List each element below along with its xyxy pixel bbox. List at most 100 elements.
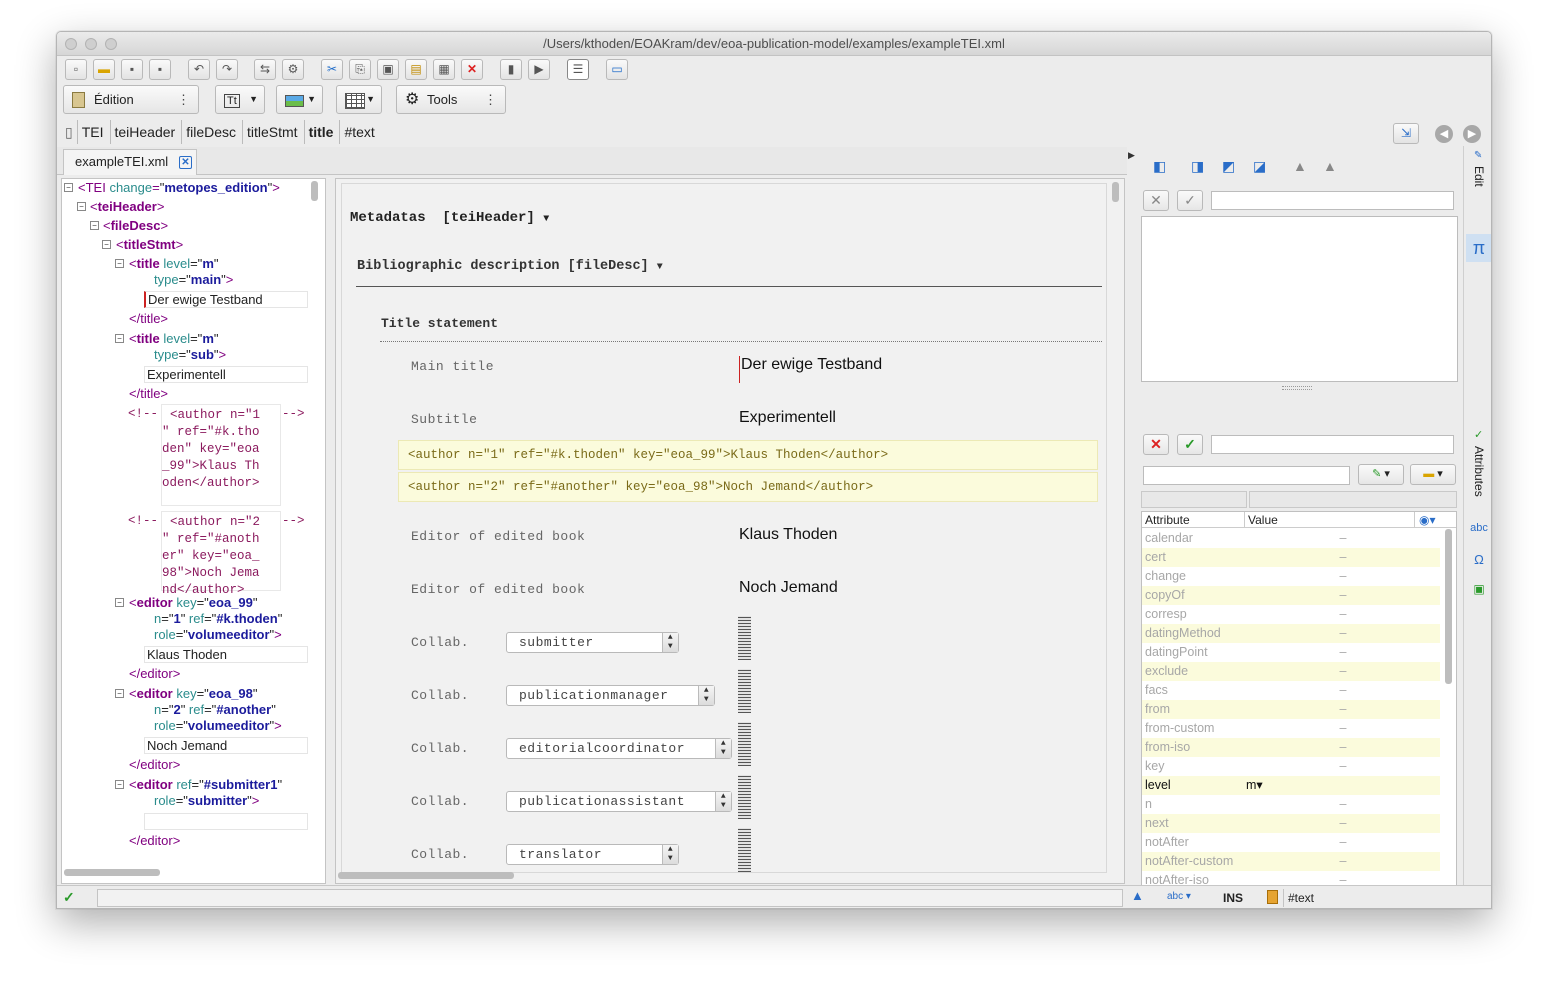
attribute-value[interactable]: m▾ xyxy=(1246,776,1440,795)
filter-icon[interactable]: ▲ xyxy=(1323,158,1337,174)
minimize-window-button[interactable] xyxy=(85,38,97,50)
spellcheck-icon[interactable]: abc ▾ xyxy=(1167,891,1191,902)
breadcrumb-titlestmt[interactable]: titleStmt xyxy=(243,120,305,144)
list-view-icon[interactable]: ☰ xyxy=(567,59,589,80)
eye-icon[interactable]: ◉▾ xyxy=(1414,512,1436,528)
zoom-window-button[interactable] xyxy=(105,38,117,50)
attribute-row-notAfter-custom[interactable]: notAfter-custom – xyxy=(1142,852,1440,871)
collapse-icon[interactable]: − xyxy=(77,202,86,211)
outline-filedesc[interactable]: <fileDesc> xyxy=(103,218,168,234)
main-hscrollbar[interactable] xyxy=(338,872,514,879)
attribute-row-level[interactable]: level m▾ xyxy=(1142,776,1440,795)
main-vscrollbar[interactable] xyxy=(1112,182,1119,202)
editor-2-field[interactable]: Noch Jemand xyxy=(739,579,838,597)
split-icon[interactable]: ▮ xyxy=(500,59,522,80)
cancel-icon[interactable]: ✕ xyxy=(1143,434,1169,455)
metadatas-heading[interactable]: Metadatas [teiHeader] ▼ xyxy=(350,210,549,226)
folder-dropdown[interactable]: ▬ ▾ xyxy=(1410,464,1456,485)
outline-comment-1[interactable]: <author n="1 " ref="#k.tho den" key="eoa… xyxy=(161,404,281,506)
attribute-value-input[interactable] xyxy=(1211,435,1454,454)
attribute-value[interactable]: – xyxy=(1246,681,1440,700)
cancel-icon[interactable]: ✕ xyxy=(1143,190,1169,211)
attribute-value[interactable]: – xyxy=(1246,757,1440,776)
attribute-value[interactable]: – xyxy=(1246,852,1440,871)
drag-handle[interactable] xyxy=(738,775,751,819)
forward-icon[interactable]: ▶ xyxy=(1463,125,1481,143)
replace-icon[interactable]: ◪ xyxy=(1253,158,1266,175)
text-style-dropdown[interactable]: Tt ▼ xyxy=(215,85,265,114)
attribute-row-corresp[interactable]: corresp – xyxy=(1142,605,1440,624)
close-window-button[interactable] xyxy=(65,38,77,50)
author-comment-1[interactable]: <author n="1" ref="#k.thoden" key="eoa_9… xyxy=(398,440,1098,470)
omega-icon[interactable]: Ω xyxy=(1468,552,1490,574)
table-dropdown[interactable]: ▼ xyxy=(336,85,382,114)
validation-icon[interactable]: ▣ xyxy=(1468,582,1490,604)
collapse-icon[interactable]: − xyxy=(115,334,124,343)
attribute-row-from[interactable]: from – xyxy=(1142,700,1440,719)
insert-child-icon[interactable]: ◩ xyxy=(1222,158,1235,175)
attribute-value[interactable]: – xyxy=(1246,814,1440,833)
confirm-icon[interactable]: ✓ xyxy=(1177,190,1203,211)
attribute-value[interactable]: – xyxy=(1246,719,1440,738)
outline-teiheader[interactable]: <teiHeader> xyxy=(90,199,164,215)
attribute-column-header[interactable]: Attribute xyxy=(1145,512,1190,528)
collab-select-5[interactable]: translator ▲ ▼ xyxy=(506,844,679,865)
attribute-row-calendar[interactable]: calendar – xyxy=(1142,529,1440,548)
pi-icon[interactable]: π xyxy=(1466,234,1491,262)
confirm-icon[interactable]: ✓ xyxy=(1177,434,1203,455)
attribute-value[interactable]: – xyxy=(1246,567,1440,586)
attribute-row-from-custom[interactable]: from-custom – xyxy=(1142,719,1440,738)
insert-before-icon[interactable]: ◧ xyxy=(1153,158,1166,175)
attribute-value[interactable]: – xyxy=(1246,738,1440,757)
attribute-row-n[interactable]: n – xyxy=(1142,795,1440,814)
new-file-icon[interactable]: ▫ xyxy=(65,59,87,80)
tab-attributes[interactable]: ✓ Attributes xyxy=(1466,428,1491,518)
breadcrumb-teiheader[interactable]: teiHeader xyxy=(111,120,183,144)
attribute-row-next[interactable]: next – xyxy=(1142,814,1440,833)
collapse-icon[interactable]: − xyxy=(90,221,99,230)
outline-text-subtitle[interactable]: Experimentell xyxy=(144,366,308,383)
attribute-value[interactable]: – xyxy=(1246,833,1440,852)
splitter[interactable] xyxy=(1282,386,1312,390)
edit-attribute-dropdown[interactable]: ✎ ▾ xyxy=(1358,464,1404,485)
collab-select-1[interactable]: submitter ▲ ▼ xyxy=(506,632,679,653)
breadcrumb-tei[interactable]: TEI xyxy=(78,120,111,144)
outline-editor-3[interactable]: <editor ref="#submitter1" xyxy=(129,777,282,793)
validate-icon[interactable]: ⚙ xyxy=(282,59,304,80)
outline-hscrollbar[interactable] xyxy=(64,869,160,876)
fileDesc-heading[interactable]: Bibliographic description [fileDesc] ▼ xyxy=(357,259,663,274)
drag-handle[interactable] xyxy=(738,669,751,713)
collapse-icon[interactable]: − xyxy=(115,689,124,698)
outline-text-main-title[interactable]: Der ewige Testband xyxy=(144,291,308,308)
attribute-value[interactable]: – xyxy=(1246,643,1440,662)
collab-select-2[interactable]: publicationmanager ▲ ▼ xyxy=(506,685,715,706)
author-comment-2[interactable]: <author n="2" ref="#another" key="eoa_98… xyxy=(398,472,1098,502)
collapse-icon[interactable]: − xyxy=(102,240,111,249)
attribute-row-facs[interactable]: facs – xyxy=(1142,681,1440,700)
element-list[interactable] xyxy=(1141,216,1458,382)
duplicate-icon[interactable]: ▦ xyxy=(433,59,455,80)
attribute-value[interactable]: – xyxy=(1246,624,1440,643)
paste-special-icon[interactable]: ▣ xyxy=(377,59,399,80)
collab-select-4[interactable]: publicationassistant ▲ ▼ xyxy=(506,791,732,812)
attribute-value[interactable]: – xyxy=(1246,548,1440,567)
close-tab-icon[interactable]: ✕ xyxy=(179,156,192,169)
breadcrumb-title[interactable]: title xyxy=(305,120,341,144)
drag-handle[interactable] xyxy=(738,828,751,872)
delete-icon[interactable]: ✕ xyxy=(461,59,483,80)
insert-after-icon[interactable]: ◨ xyxy=(1191,158,1204,175)
outline-text-editor-1[interactable]: Klaus Thoden xyxy=(144,646,308,663)
image-dropdown[interactable]: ▼ xyxy=(276,85,323,114)
cut-icon[interactable]: ✂ xyxy=(321,59,343,80)
main-title-field[interactable]: Der ewige Testband xyxy=(739,356,882,383)
join-icon[interactable]: ▶ xyxy=(528,59,550,80)
attribute-name-input[interactable] xyxy=(1143,466,1350,485)
collapse-icon[interactable]: − xyxy=(64,183,73,192)
editor-1-field[interactable]: Klaus Thoden xyxy=(739,526,837,544)
outline-editor-2[interactable]: <editor key="eoa_98" xyxy=(129,686,258,702)
breadcrumb-text[interactable]: #text xyxy=(340,120,380,144)
attributes-scrollbar[interactable] xyxy=(1445,529,1452,684)
save-icon[interactable]: ▪ xyxy=(121,59,143,80)
spellcheck-icon[interactable]: abc xyxy=(1468,522,1490,544)
collapse-icon[interactable]: − xyxy=(115,259,124,268)
